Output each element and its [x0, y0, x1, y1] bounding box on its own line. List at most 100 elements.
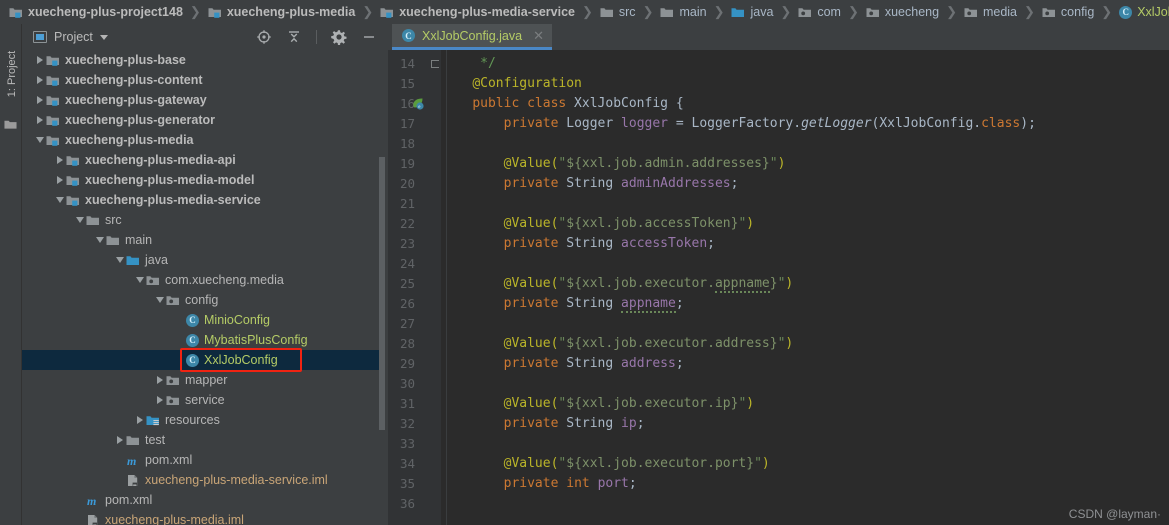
tree-item-test[interactable]: test	[22, 430, 385, 450]
locate-icon[interactable]	[256, 29, 272, 45]
code-token: ${xxl.job.admin.addresses}	[566, 156, 770, 171]
code-token: =	[668, 116, 692, 131]
tree-item-xuecheng-plus-media-iml[interactable]: xuecheng-plus-media.iml	[22, 510, 385, 525]
chevron-right-icon[interactable]	[34, 74, 46, 86]
fold-column[interactable]	[429, 50, 441, 525]
chevron-right-icon[interactable]	[34, 94, 46, 106]
breadcrumb-item-com[interactable]: com	[797, 0, 842, 24]
tree-item-pom-xml[interactable]: m pom.xml	[22, 450, 385, 470]
line-number: 28	[399, 336, 415, 351]
line-number: 29	[399, 356, 415, 371]
tree-item-service[interactable]: service	[22, 390, 385, 410]
close-icon[interactable]: ✕	[533, 29, 544, 42]
module-icon	[66, 194, 80, 207]
package-icon	[166, 294, 180, 307]
code-token: @Value(	[503, 396, 559, 411]
code-line: private int port;	[441, 474, 637, 494]
chevron-right-icon[interactable]	[54, 174, 66, 186]
iml-icon	[126, 474, 140, 487]
chevron-down-icon[interactable]	[94, 234, 106, 246]
code-token: )	[761, 456, 770, 471]
tree-item-label: xuecheng-plus-media-api	[85, 153, 236, 167]
chevron-down-icon[interactable]	[114, 254, 126, 266]
chevron-right-icon[interactable]	[34, 114, 46, 126]
tree-item-src[interactable]: src	[22, 210, 385, 230]
chevron-down-icon[interactable]	[154, 294, 166, 306]
code-token: ;	[675, 356, 684, 371]
code-token: private	[503, 116, 559, 131]
chevron-down-icon[interactable]	[99, 34, 108, 40]
tree-item-xuecheng-plus-generator[interactable]: xuecheng-plus-generator	[22, 110, 385, 130]
tree-item-xuecheng-plus-media-service-iml[interactable]: xuecheng-plus-media-service.iml	[22, 470, 385, 490]
breadcrumb-separator: ❯	[713, 4, 725, 19]
chevron-right-icon[interactable]	[154, 394, 166, 406]
fold-end-marker[interactable]	[431, 60, 439, 68]
folder-icon[interactable]	[4, 119, 17, 130]
breadcrumb-item-xuecheng-plus-project148[interactable]: xuecheng-plus-project148	[8, 0, 184, 24]
tree-item-main[interactable]: main	[22, 230, 385, 250]
breadcrumb-item-config[interactable]: config	[1041, 0, 1095, 24]
chevron-right-icon[interactable]	[34, 54, 46, 66]
code-editor[interactable]: 14 15 16 17 18 19 20 21 22 23 24 25 26 27 28 29 30 31 32 33…	[388, 50, 1169, 525]
spring-bean-icon[interactable]: e	[411, 97, 424, 110]
code-text[interactable]: */ @Configuration public class XxlJobCon…	[441, 50, 1169, 525]
settings-gear-icon[interactable]	[331, 29, 347, 45]
chevron-right-icon[interactable]	[134, 414, 146, 426]
code-token: ;	[730, 176, 739, 191]
tab-xxljobconfig-java[interactable]: C XxlJobConfig.java ✕	[392, 24, 552, 50]
chevron-down-icon[interactable]	[54, 194, 66, 206]
breadcrumb-item-xuecheng[interactable]: xuecheng	[865, 0, 940, 24]
breadcrumb-item-media[interactable]: media	[963, 0, 1018, 24]
tree-item-mybatisplusconfig[interactable]: C MybatisPlusConfig	[22, 330, 385, 350]
chevron-right-icon[interactable]	[54, 154, 66, 166]
tree-item-resources[interactable]: resources	[22, 410, 385, 430]
project-view-selector[interactable]: Project	[33, 30, 108, 44]
tree-item-xuecheng-plus-media-model[interactable]: xuecheng-plus-media-model	[22, 170, 385, 190]
sidebar-item-project-stripe[interactable]: 1: Project	[6, 36, 18, 112]
code-token: private	[503, 476, 559, 491]
intellij-idea-window: xuecheng-plus-project148 ❯ xuecheng-plus-m…	[0, 0, 1169, 525]
breadcrumb-item-src[interactable]: src	[599, 0, 637, 24]
tree-item-config[interactable]: config	[22, 290, 385, 310]
tree-item-xuecheng-plus-media-service[interactable]: xuecheng-plus-media-service	[22, 190, 385, 210]
breadcrumb-item-xuecheng-plus-media[interactable]: xuecheng-plus-media	[207, 0, 357, 24]
chevron-down-icon[interactable]	[134, 274, 146, 286]
tree-item-xxljobconfig[interactable]: C XxlJobConfig	[22, 350, 385, 370]
tree-item-label: java	[145, 253, 168, 267]
breadcrumb-separator: ❯	[189, 4, 201, 19]
code-line: @Configuration	[441, 74, 582, 94]
tree-item-xuecheng-plus-base[interactable]: xuecheng-plus-base	[22, 50, 385, 70]
chevron-down-icon[interactable]	[74, 214, 86, 226]
java-class-icon: C	[186, 333, 199, 347]
tree-item-minioconfig[interactable]: C MinioConfig	[22, 310, 385, 330]
tree-item-label: src	[105, 213, 122, 227]
breadcrumb-item-main[interactable]: main	[659, 0, 707, 24]
tree-item-xuecheng-plus-gateway[interactable]: xuecheng-plus-gateway	[22, 90, 385, 110]
tree-item-java[interactable]: java	[22, 250, 385, 270]
project-tree[interactable]: xuecheng-plus-base xuecheng-plus-content x…	[22, 50, 385, 525]
breadcrumb-item-xuecheng-plus-media-service[interactable]: xuecheng-plus-media-service	[379, 0, 576, 24]
chevron-right-icon[interactable]	[154, 374, 166, 386]
breadcrumb-separator: ❯	[847, 4, 859, 19]
tree-item-xuecheng-plus-media-api[interactable]: xuecheng-plus-media-api	[22, 150, 385, 170]
chevron-right-icon[interactable]	[114, 434, 126, 446]
code-token: ip	[621, 416, 637, 431]
chevron-down-icon[interactable]	[34, 134, 46, 146]
source-folder-icon	[731, 6, 745, 19]
tree-item-xuecheng-plus-content[interactable]: xuecheng-plus-content	[22, 70, 385, 90]
project-tree-scrollbar[interactable]	[378, 50, 385, 525]
hide-panel-icon[interactable]	[361, 29, 377, 45]
code-token: String	[558, 416, 622, 431]
code-line: private String ip;	[441, 414, 645, 434]
breadcrumb-item-java[interactable]: java	[730, 0, 774, 24]
tree-item-label: service	[185, 393, 225, 407]
tree-item-com-xuecheng-media[interactable]: com.xuecheng.media	[22, 270, 385, 290]
tree-item-pom-xml[interactable]: m pom.xml	[22, 490, 385, 510]
tree-item-xuecheng-plus-media[interactable]: xuecheng-plus-media	[22, 130, 385, 150]
svg-text:m: m	[127, 454, 136, 467]
collapse-all-icon[interactable]	[286, 29, 302, 45]
breadcrumb-item-xxljobconfig[interactable]: C XxlJobConfig	[1118, 0, 1169, 24]
tree-item-mapper[interactable]: mapper	[22, 370, 385, 390]
